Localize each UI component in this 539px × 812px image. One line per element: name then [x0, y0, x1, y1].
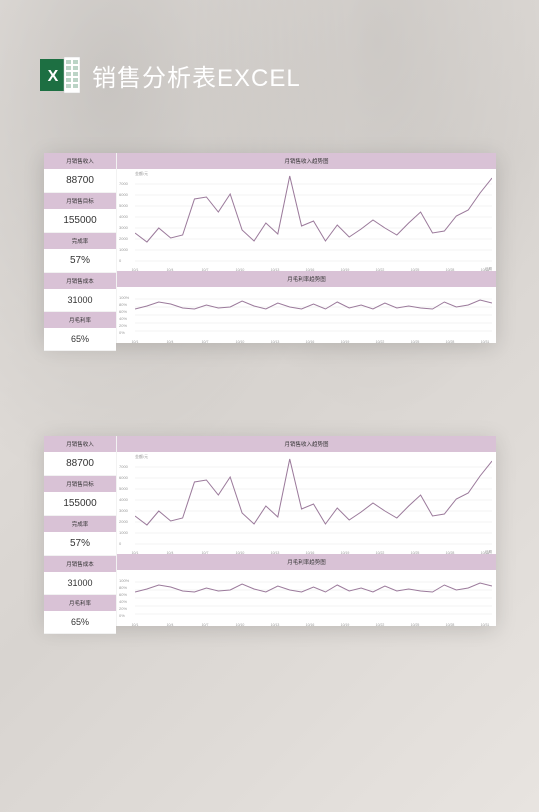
stat-label-margin: 月毛利率: [44, 595, 116, 611]
y-tick: 80%: [119, 302, 127, 307]
x-tick: 10/25: [411, 340, 420, 344]
y-tick: 0: [119, 541, 121, 546]
page-title: 销售分析表EXCEL: [92, 58, 301, 93]
y-tick: 1000: [119, 247, 128, 252]
y-tick: 20%: [119, 606, 127, 611]
stat-value-target: 155000: [44, 492, 116, 516]
chart-y-unit: 金额/元: [135, 171, 148, 177]
y-tick: 6000: [119, 192, 128, 197]
x-tick: 10/1: [132, 340, 139, 344]
x-tick: 10/22: [376, 623, 385, 627]
y-tick: 80%: [119, 585, 127, 590]
y-tick: 0: [119, 258, 121, 263]
revenue-chart-area: 金额/元 0 1000 2000 3000 4000 5000 6000 700…: [117, 452, 496, 556]
x-tick: 10/10: [236, 623, 245, 627]
y-tick: 2000: [119, 519, 128, 524]
stat-value-margin: 65%: [44, 328, 116, 351]
margin-chart-area: 0% 20% 40% 60% 80% 100% 10/1 10/4 10/7 1…: [117, 287, 496, 345]
y-tick: 2000: [119, 236, 128, 241]
y-tick: 5000: [119, 203, 128, 208]
chart-y-unit: 金额/元: [135, 454, 148, 460]
y-tick: 60%: [119, 309, 127, 314]
x-tick: 10/10: [236, 340, 245, 344]
margin-chart-block: 月毛利率趋势图 0% 20% 40% 60% 80% 100% 10/1 10/…: [116, 271, 496, 343]
stats-sidebar: 月销售收入 88700 月销售目标 155000 完成率 57% 月销售成本 3…: [44, 436, 116, 626]
y-tick: 3000: [119, 225, 128, 230]
dashboard-panel-1: 月销售收入 88700 月销售目标 155000 完成率 57% 月销售成本 3…: [44, 153, 496, 343]
stat-value-revenue: 88700: [44, 169, 116, 193]
stat-label-margin: 月毛利率: [44, 312, 116, 328]
stat-label-completion: 完成率: [44, 233, 116, 249]
y-tick: 4000: [119, 497, 128, 502]
stat-value-completion: 57%: [44, 249, 116, 273]
revenue-line-chart: [135, 173, 492, 263]
margin-chart-block: 月毛利率趋势图 0% 20% 40% 60% 80% 100% 10/1 10/…: [116, 554, 496, 626]
dashboard-panel-2: 月销售收入 88700 月销售目标 155000 完成率 57% 月销售成本 3…: [44, 436, 496, 626]
x-tick: 10/16: [306, 623, 315, 627]
x-tick: 10/13: [271, 623, 280, 627]
x-tick: 10/19: [341, 340, 350, 344]
y-tick: 40%: [119, 316, 127, 321]
y-tick: 0%: [119, 613, 125, 618]
x-tick: 10/7: [202, 340, 209, 344]
x-tick: 10/7: [202, 623, 209, 627]
revenue-chart-block: 月销售收入趋势图 金额/元 0 1000 2000 3000 4000 5000…: [116, 153, 496, 271]
y-tick: 100%: [119, 578, 129, 583]
stat-value-cost: 31000: [44, 289, 116, 312]
x-tick: 10/22: [376, 340, 385, 344]
stat-label-target: 月销售目标: [44, 476, 116, 492]
x-tick: 10/19: [341, 623, 350, 627]
page-header: X 销售分析表EXCEL: [40, 55, 301, 95]
y-tick: 5000: [119, 486, 128, 491]
y-tick: 3000: [119, 508, 128, 513]
stat-label-cost: 月销售成本: [44, 273, 116, 289]
x-tick: 10/25: [411, 623, 420, 627]
stat-label-cost: 月销售成本: [44, 556, 116, 572]
stat-label-revenue: 月销售收入: [44, 436, 116, 452]
revenue-chart-title: 月销售收入趋势图: [117, 436, 496, 452]
charts-container: 月销售收入趋势图 金额/元 0 1000 2000 3000 4000 5000…: [116, 153, 496, 343]
x-tick: 10/16: [306, 340, 315, 344]
y-tick: 6000: [119, 475, 128, 480]
excel-icon: X: [40, 55, 80, 95]
stat-value-cost: 31000: [44, 572, 116, 595]
revenue-line-chart: [135, 456, 492, 546]
revenue-chart-block: 月销售收入趋势图 金额/元 0 1000 2000 3000 4000 5000…: [116, 436, 496, 554]
y-tick: 7000: [119, 464, 128, 469]
stat-value-target: 155000: [44, 209, 116, 233]
stat-label-revenue: 月销售收入: [44, 153, 116, 169]
x-tick: 10/4: [167, 623, 174, 627]
x-tick: 10/1: [132, 623, 139, 627]
stat-value-completion: 57%: [44, 532, 116, 556]
margin-line-chart: [135, 291, 492, 335]
y-tick: 0%: [119, 330, 125, 335]
y-tick: 1000: [119, 530, 128, 535]
x-tick: 10/31: [481, 623, 490, 627]
stat-value-revenue: 88700: [44, 452, 116, 476]
revenue-chart-title: 月销售收入趋势图: [117, 153, 496, 169]
x-tick: 10/28: [446, 623, 455, 627]
x-tick: 10/13: [271, 340, 280, 344]
y-tick: 40%: [119, 599, 127, 604]
stat-value-margin: 65%: [44, 611, 116, 634]
revenue-chart-area: 金额/元 0 1000 2000 3000 4000 5000 6000 700…: [117, 169, 496, 273]
x-tick: 10/4: [167, 340, 174, 344]
y-tick: 7000: [119, 181, 128, 186]
x-tick: 10/28: [446, 340, 455, 344]
y-tick: 20%: [119, 323, 127, 328]
charts-container: 月销售收入趋势图 金额/元 0 1000 2000 3000 4000 5000…: [116, 436, 496, 626]
y-tick: 60%: [119, 592, 127, 597]
y-tick: 100%: [119, 295, 129, 300]
y-tick: 4000: [119, 214, 128, 219]
margin-chart-area: 0% 20% 40% 60% 80% 100% 10/1 10/4 10/7 1…: [117, 570, 496, 628]
stat-label-target: 月销售目标: [44, 193, 116, 209]
x-tick: 10/31: [481, 340, 490, 344]
svg-text:X: X: [48, 68, 59, 85]
margin-chart-title: 月毛利率趋势图: [117, 554, 496, 570]
stats-sidebar: 月销售收入 88700 月销售目标 155000 完成率 57% 月销售成本 3…: [44, 153, 116, 343]
margin-chart-title: 月毛利率趋势图: [117, 271, 496, 287]
margin-line-chart: [135, 574, 492, 618]
stat-label-completion: 完成率: [44, 516, 116, 532]
